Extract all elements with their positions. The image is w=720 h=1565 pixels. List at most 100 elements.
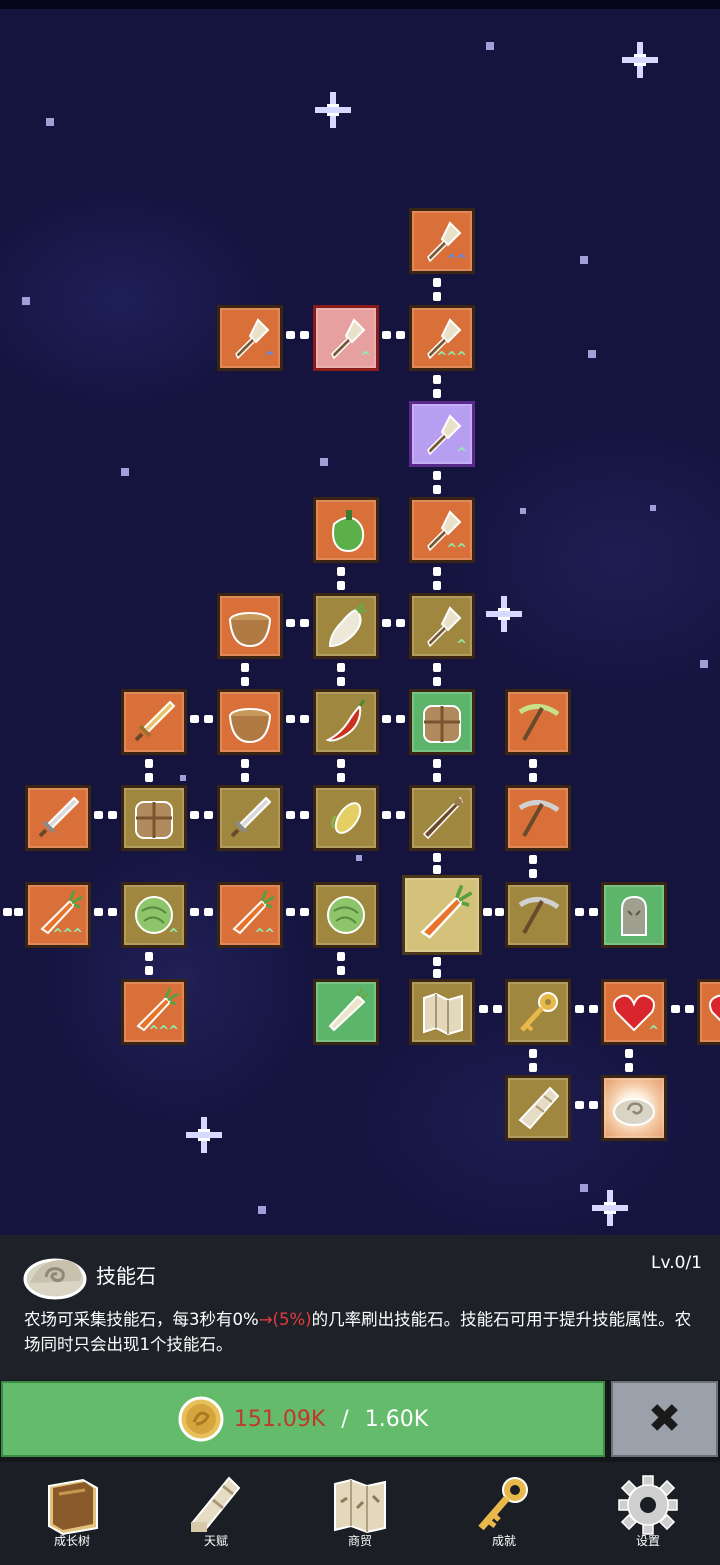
sword-node[interactable] — [217, 785, 283, 851]
nav-label: 商贸 — [347, 1534, 372, 1548]
upgrade-arrow-icon: ^ — [456, 638, 467, 653]
connector — [571, 1004, 602, 1014]
pickaxe-node[interactable] — [505, 882, 571, 948]
connector — [667, 1004, 698, 1014]
pickaxe-node[interactable] — [505, 689, 571, 755]
connector — [144, 948, 154, 979]
star — [580, 256, 588, 264]
cost-separator: / — [341, 1406, 349, 1432]
cabbage-node[interactable]: ^ — [121, 882, 187, 948]
nav-growth-tree[interactable]: 成长树 — [12, 1462, 132, 1565]
upgrade-button[interactable]: 151.09K / 1.60K — [1, 1381, 605, 1457]
connector — [432, 274, 442, 305]
connector — [240, 659, 250, 690]
carrot-node[interactable]: ^^^ — [121, 979, 187, 1045]
shovel-node[interactable]: ^^ — [409, 208, 475, 274]
parsnip-icon — [328, 987, 369, 1032]
close-button[interactable]: ✖ — [611, 1381, 718, 1457]
scroll-icon — [191, 1476, 241, 1532]
connector — [240, 755, 250, 786]
cost-current: 151.09K — [233, 1406, 326, 1432]
corn-node[interactable] — [313, 785, 379, 851]
connector — [89, 907, 122, 917]
star — [356, 855, 362, 861]
heart-icon — [709, 994, 720, 1022]
star — [650, 505, 656, 511]
shovel-node[interactable]: ^ — [217, 305, 283, 371]
corn-icon — [330, 802, 362, 834]
sword-node[interactable] — [121, 689, 187, 755]
connector — [144, 755, 154, 786]
nav-label: 天赋 — [203, 1534, 228, 1548]
pickaxe-node[interactable] — [505, 785, 571, 851]
nav-talent[interactable]: 天赋 — [156, 1462, 276, 1565]
carrot-node[interactable]: ^^ — [217, 882, 283, 948]
status-bar — [0, 0, 720, 9]
scroll-icon — [518, 1086, 560, 1130]
star — [700, 660, 708, 668]
book-icon — [48, 1478, 98, 1536]
map-icon — [334, 1478, 386, 1534]
coin-icon — [178, 1396, 224, 1442]
skill-info-panel: 技能石 Lv.0/1 农场可采集技能石，每3秒有0%→(5%)的几率刷出技能石。… — [0, 1235, 720, 1380]
star — [46, 118, 54, 126]
close-x-icon: ✖ — [647, 1396, 682, 1442]
stone-icon — [613, 1098, 655, 1126]
shovel-node[interactable]: ^^^ — [409, 305, 475, 371]
bowl-node[interactable] — [217, 689, 283, 755]
connector — [281, 618, 314, 628]
sword-gold-icon — [134, 700, 176, 742]
key-icon — [520, 992, 558, 1032]
star — [580, 1184, 588, 1192]
connector — [281, 810, 314, 820]
pepper-node[interactable] — [313, 497, 379, 563]
connector — [281, 714, 314, 724]
skill-tree-canvas[interactable]: ^^ ^ ^ ^^^ ^ ^^ ^ ^^^ ^ ^^ ^^^ ^ — [0, 0, 720, 1235]
sword-icon — [230, 796, 272, 838]
backpack-node[interactable] — [121, 785, 187, 851]
map-node[interactable] — [409, 979, 475, 1045]
scroll-node[interactable] — [505, 1075, 571, 1141]
heart-node[interactable]: ^ — [601, 979, 667, 1045]
shovel-node[interactable]: ^ — [313, 305, 379, 371]
carrot-node[interactable]: ^^^ — [25, 882, 91, 948]
upgrade-arrow-icon: ^ — [168, 927, 179, 942]
pepper-icon — [332, 510, 365, 552]
bowl-icon — [229, 708, 271, 744]
sword-node[interactable] — [25, 785, 91, 851]
backpack-icon — [423, 705, 461, 743]
star — [588, 350, 596, 358]
sparkle-star — [590, 1188, 630, 1228]
skill-stone-node[interactable] — [601, 1075, 667, 1141]
chili-node[interactable] — [313, 689, 379, 755]
desc-text: 农场可采集技能石，每3秒有0% — [24, 1310, 259, 1329]
ghost-node[interactable] — [601, 882, 667, 948]
upgrade-arrow-icon: ^^^ — [436, 350, 467, 365]
cabbage-node[interactable] — [313, 882, 379, 948]
connector — [624, 1045, 634, 1076]
backpack-node[interactable] — [409, 689, 475, 755]
connector — [432, 371, 442, 402]
key-node[interactable] — [505, 979, 571, 1045]
nav-achievement[interactable]: 成就 — [444, 1462, 564, 1565]
partial-node[interactable] — [697, 979, 720, 1045]
shovel-node[interactable]: ^ — [409, 593, 475, 659]
carrot-node[interactable] — [402, 875, 482, 955]
connector — [281, 330, 314, 340]
nav-settings[interactable]: 设置 — [588, 1462, 708, 1565]
star — [121, 468, 129, 476]
shovel-node[interactable]: ^ — [409, 401, 475, 467]
radish-node[interactable] — [313, 593, 379, 659]
staff-node[interactable] — [409, 785, 475, 851]
connector — [0, 907, 26, 917]
nav-trade[interactable]: 商贸 — [300, 1462, 420, 1565]
skill-stone-icon — [23, 1258, 87, 1300]
connector — [377, 618, 410, 628]
sparkle-star — [184, 1115, 224, 1155]
star — [320, 458, 328, 466]
action-bar: 151.09K / 1.60K ✖ — [0, 1380, 720, 1462]
shovel-node[interactable]: ^^ — [409, 497, 475, 563]
upgrade-arrow-icon: ^ — [360, 350, 371, 365]
radish-node[interactable] — [313, 979, 379, 1045]
bowl-node[interactable] — [217, 593, 283, 659]
